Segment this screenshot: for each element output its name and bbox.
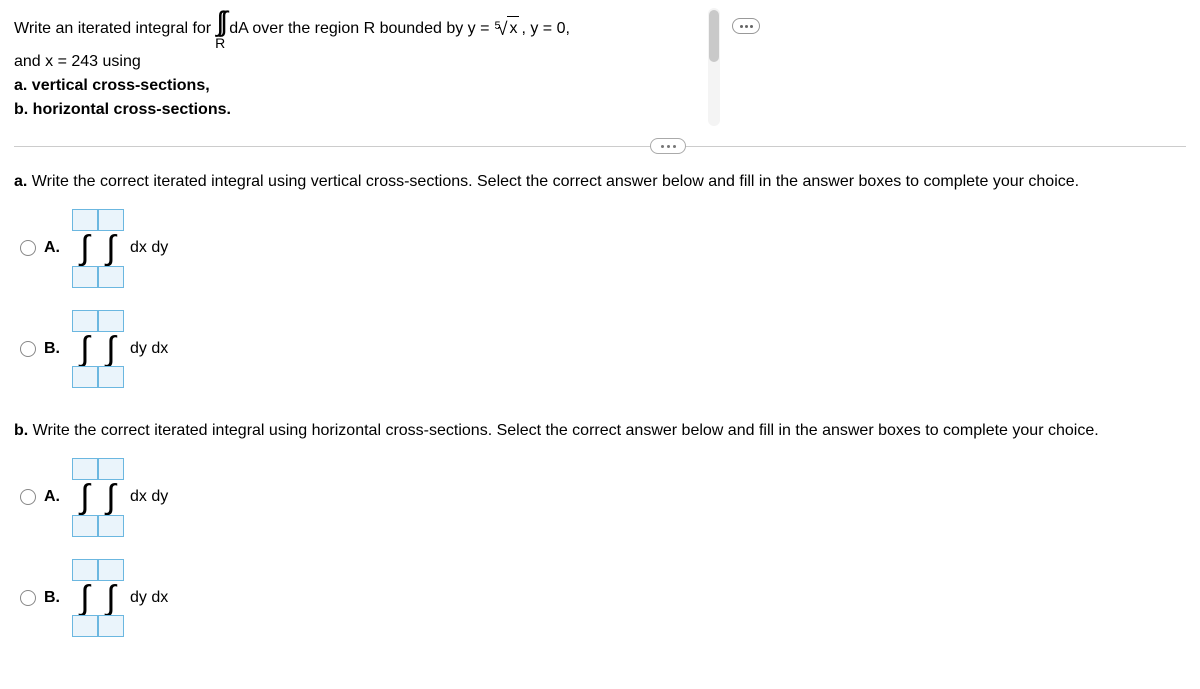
- part-a-prefix: a.: [14, 173, 27, 190]
- upper-limit-input[interactable]: [72, 209, 98, 231]
- q-line2: and x = 243 using: [14, 50, 1186, 74]
- label-b-B: B.: [44, 589, 64, 607]
- section-divider: [14, 146, 1186, 147]
- differential-b-A: dx dy: [130, 488, 168, 506]
- part-b-option-B[interactable]: B. ∫ ∫ dy dx: [14, 559, 1186, 638]
- integral-icon: ∫: [105, 583, 116, 614]
- lower-limit-input[interactable]: [98, 366, 124, 388]
- radio-b-B[interactable]: [20, 590, 36, 606]
- upper-limit-input[interactable]: [98, 209, 124, 231]
- q-text-2: dA over the region R bounded by y =: [229, 17, 489, 41]
- upper-limit-input[interactable]: [72, 310, 98, 332]
- lower-limit-input[interactable]: [72, 366, 98, 388]
- radio-a-A[interactable]: [20, 240, 36, 256]
- q-text-3: , y = 0,: [521, 17, 569, 41]
- fifth-root: 5 √ x: [491, 16, 519, 43]
- lower-limit-input[interactable]: [72, 515, 98, 537]
- integral-subscript: R: [215, 36, 225, 50]
- upper-limit-input[interactable]: [72, 559, 98, 581]
- part-a-option-A[interactable]: A. ∫ ∫ dx dy: [14, 209, 1186, 288]
- q-text-1: Write an iterated integral for: [14, 17, 211, 41]
- integral-b-B: ∫ ∫ dy dx: [72, 559, 168, 638]
- integral-icon: ∫: [79, 482, 90, 513]
- part-b-text: Write the correct iterated integral usin…: [33, 422, 1099, 439]
- lower-limit-input[interactable]: [98, 615, 124, 637]
- root-body: x: [507, 16, 519, 41]
- expand-button[interactable]: [732, 18, 760, 34]
- radio-a-B[interactable]: [20, 341, 36, 357]
- upper-limit-input[interactable]: [98, 458, 124, 480]
- part-a-text: Write the correct iterated integral usin…: [32, 173, 1079, 190]
- part-b-prefix: b.: [14, 422, 28, 439]
- integral-icon: ∫: [79, 583, 90, 614]
- root-index: 5: [494, 18, 500, 35]
- part-b-option-A[interactable]: A. ∫ ∫ dx dy: [14, 458, 1186, 537]
- integral-a-B: ∫ ∫ dy dx: [72, 310, 168, 389]
- question-text: Write an iterated integral for ∫∫ R dA o…: [14, 8, 1186, 122]
- integral-icon: ∫∫: [217, 8, 224, 36]
- scrollbar-thumb[interactable]: [709, 10, 719, 62]
- q-line4: b. horizontal cross-sections.: [14, 98, 1186, 122]
- upper-limit-input[interactable]: [98, 559, 124, 581]
- part-a-section: a. Write the correct iterated integral u…: [0, 165, 1200, 414]
- q-line3: a. vertical cross-sections,: [14, 74, 1186, 98]
- part-a-option-B[interactable]: B. ∫ ∫ dy dx: [14, 310, 1186, 389]
- double-integral-R: ∫∫ R: [215, 8, 225, 50]
- part-a-prompt: a. Write the correct iterated integral u…: [14, 173, 1186, 191]
- question-block: Write an iterated integral for ∫∫ R dA o…: [0, 0, 1200, 136]
- integral-icon: ∫: [79, 334, 90, 365]
- differential-b-B: dy dx: [130, 589, 168, 607]
- part-b-section: b. Write the correct iterated integral u…: [0, 414, 1200, 645]
- lower-limit-input[interactable]: [72, 615, 98, 637]
- radio-b-A[interactable]: [20, 489, 36, 505]
- label-a-B: B.: [44, 340, 64, 358]
- scrollbar[interactable]: [708, 8, 720, 126]
- lower-limit-input[interactable]: [98, 266, 124, 288]
- upper-limit-input[interactable]: [72, 458, 98, 480]
- more-icon[interactable]: [650, 138, 686, 154]
- differential-a-B: dy dx: [130, 340, 168, 358]
- integral-icon: ∫: [105, 233, 116, 264]
- integral-icon: ∫: [105, 482, 116, 513]
- integral-a-A: ∫ ∫ dx dy: [72, 209, 168, 288]
- differential-a-A: dx dy: [130, 239, 168, 257]
- upper-limit-input[interactable]: [98, 310, 124, 332]
- label-b-A: A.: [44, 488, 64, 506]
- label-a-A: A.: [44, 239, 64, 257]
- part-b-prompt: b. Write the correct iterated integral u…: [14, 422, 1186, 440]
- integral-icon: ∫: [79, 233, 90, 264]
- integral-b-A: ∫ ∫ dx dy: [72, 458, 168, 537]
- lower-limit-input[interactable]: [98, 515, 124, 537]
- lower-limit-input[interactable]: [72, 266, 98, 288]
- integral-icon: ∫: [105, 334, 116, 365]
